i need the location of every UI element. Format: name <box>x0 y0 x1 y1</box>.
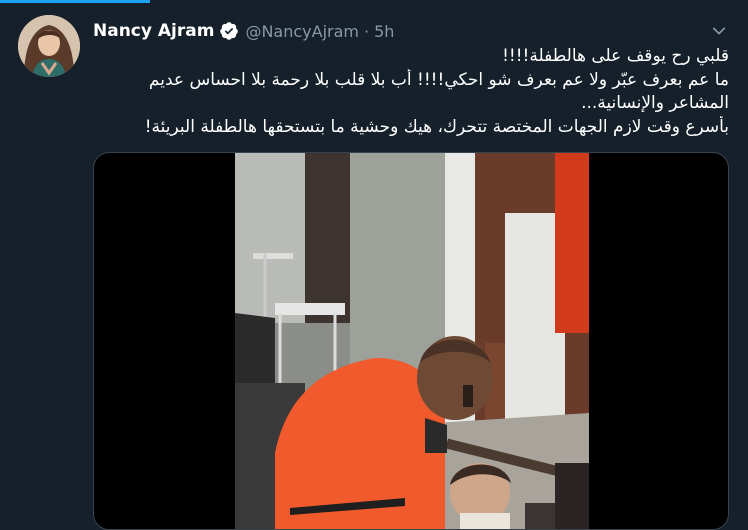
tweet-text-line-3: المشاعر والإنسانية... <box>581 93 729 113</box>
video-thumbnail[interactable] <box>235 153 589 529</box>
video-play-area[interactable] <box>235 153 589 529</box>
timestamp[interactable]: 5h <box>374 22 394 41</box>
tweet-header: Nancy Ajram @NancyAjram · 5h <box>93 18 394 44</box>
avatar-image <box>18 15 80 77</box>
tweet-text-line-2: ما عم بعرف عبّر ولا عم بعرف شو احكي!!!! … <box>148 69 729 90</box>
verified-badge-icon <box>220 22 239 40</box>
tweet[interactable]: Nancy Ajram @NancyAjram · 5h قلبي رح يوق… <box>0 0 748 530</box>
chevron-down-icon <box>712 27 726 35</box>
tweet-text-line-4: بأسرع وقت لازم الجهات المختصة تتحرك، هيك… <box>144 116 729 137</box>
tweet-text: قلبي رح يوقف على هالطفلة!!!! ما عم بعرف … <box>93 45 729 139</box>
tweet-text-line-1: قلبي رح يوقف على هالطفلة!!!! <box>502 46 729 66</box>
tweet-menu-button[interactable] <box>706 18 732 44</box>
display-name[interactable]: Nancy Ajram <box>93 21 214 41</box>
separator-dot: · <box>363 21 370 41</box>
avatar[interactable] <box>18 15 80 77</box>
media-container[interactable] <box>93 152 729 530</box>
handle[interactable]: @NancyAjram <box>245 22 359 41</box>
